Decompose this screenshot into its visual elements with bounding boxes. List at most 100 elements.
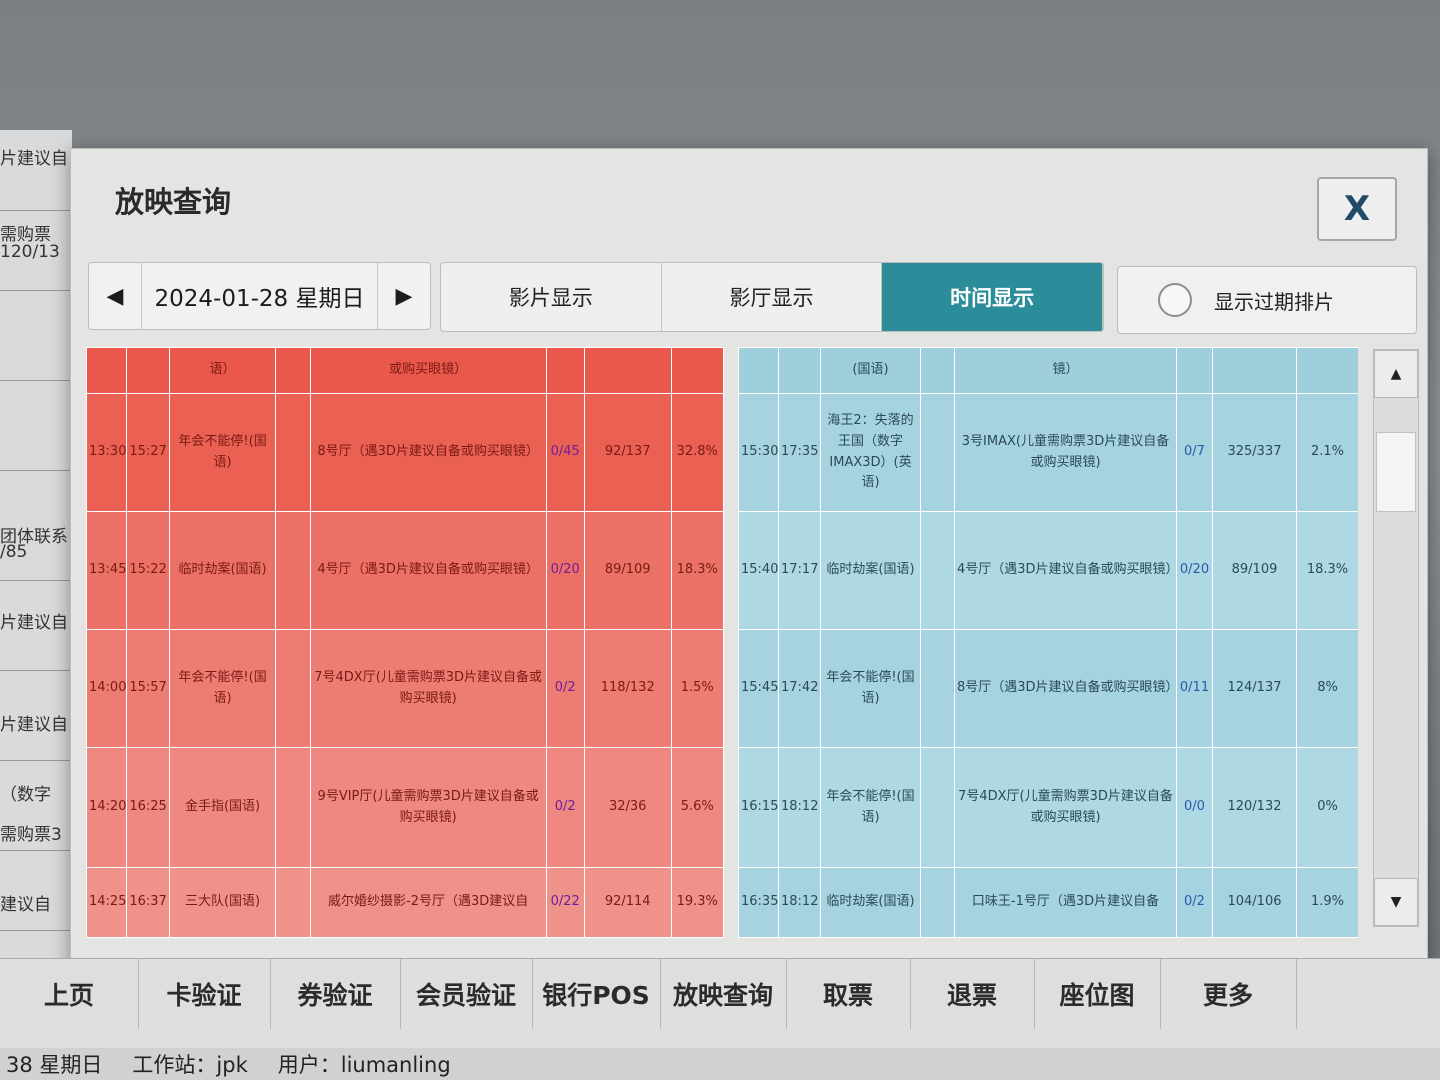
occupancy-rate: 1.9% bbox=[1296, 867, 1358, 938]
schedule-scrollbar[interactable]: ▲ ▼ bbox=[1373, 349, 1419, 927]
card-verify-button[interactable]: 卡验证 bbox=[138, 959, 271, 1029]
status-user: 用户：liumanling bbox=[277, 1053, 451, 1077]
ticket-ratio bbox=[545, 347, 585, 394]
showtime-end: 15:57 bbox=[126, 629, 170, 748]
film-title: 年会不能停!(国语) bbox=[168, 629, 277, 748]
take-ticket-button[interactable]: 取票 bbox=[786, 959, 911, 1029]
table-row[interactable]: 16:15 18:12 年会不能停!(国语) 7号4DX厅(儿童需购票3D片建议自备或… bbox=[738, 747, 1358, 868]
show-expired-checkbox[interactable] bbox=[1158, 283, 1192, 317]
show-expired-toggle[interactable]: 显示过期排片 bbox=[1117, 266, 1417, 334]
more-button[interactable]: 更多 bbox=[1160, 959, 1297, 1029]
showtime-start: 15:45 bbox=[738, 629, 779, 748]
occupancy-rate: 18.3% bbox=[1296, 511, 1358, 630]
hall-name: 4号厅（遇3D片建议自备或购买眼镜） bbox=[954, 511, 1177, 630]
table-row[interactable]: 15:40 17:17 临时劫案(国语) 4号厅（遇3D片建议自备或购买眼镜） 0/20… bbox=[738, 511, 1358, 630]
close-button[interactable]: X bbox=[1317, 177, 1397, 241]
coupon-verify-button[interactable]: 券验证 bbox=[270, 959, 401, 1029]
scroll-down-button[interactable]: ▼ bbox=[1374, 878, 1418, 926]
tab-hall-view[interactable]: 影厅显示 bbox=[662, 263, 883, 331]
ticket-ratio bbox=[1176, 347, 1213, 394]
bank-pos-button[interactable]: 银行POS bbox=[532, 959, 661, 1029]
hall-name: 7号4DX厅(儿童需购票3D片建议自备或购买眼镜) bbox=[954, 747, 1177, 868]
table-row[interactable]: 16:35 18:12 临时劫案(国语) 口味王-1号厅（遇3D片建议自备 0/2 104… bbox=[738, 867, 1358, 938]
hall-name: 3号IMAX(儿童需购票3D片建议自备或购买眼镜) bbox=[954, 393, 1177, 512]
blank-cell bbox=[920, 347, 955, 394]
background-divider bbox=[0, 380, 70, 381]
showtime-start bbox=[86, 347, 128, 394]
background-divider bbox=[0, 670, 70, 671]
film-title: 语） bbox=[168, 347, 277, 394]
screening-query-button[interactable]: 放映查询 bbox=[660, 959, 787, 1029]
table-row[interactable]: 14:25 16:37 三大队(国语) 威尔婚纱摄影-2号厅（遇3D建议自 0/22 92… bbox=[86, 867, 724, 938]
ticket-ratio: 0/20 bbox=[1176, 511, 1213, 630]
prev-day-button[interactable]: ◀ bbox=[89, 263, 141, 329]
film-title: 年会不能停!(国语) bbox=[168, 393, 277, 512]
film-title: 临时劫案(国语) bbox=[820, 867, 921, 938]
left-schedule-table: 语） 或购买眼镜） 13:30 15:27 年会不能停!(国语) 8号厅（遇3D片建议自备… bbox=[86, 347, 724, 945]
hall-name: 7号4DX厅(儿童需购票3D片建议自备或购买眼镜) bbox=[309, 629, 547, 748]
seat-map-button[interactable]: 座位图 bbox=[1034, 959, 1161, 1029]
background-divider bbox=[0, 290, 70, 291]
bottom-nav-bar: 上页 卡验证 券验证 会员验证 银行POS 放映查询 取票 退票 座位图 更多 bbox=[0, 958, 1440, 1049]
date-navigator: ◀ 2024-01-28 星期日 ▶ bbox=[88, 262, 431, 330]
showtime-start: 16:15 bbox=[738, 747, 779, 868]
ticket-ratio: 0/7 bbox=[1176, 393, 1213, 512]
blank-cell bbox=[920, 393, 955, 512]
hall-name: 口味王-1号厅（遇3D片建议自备 bbox=[954, 867, 1177, 938]
showtime-start: 13:45 bbox=[86, 511, 128, 630]
table-row[interactable]: 15:45 17:42 年会不能停!(国语) 8号厅（遇3D片建议自备或购买眼镜） 0/… bbox=[738, 629, 1358, 748]
background-left-fragment: /85 bbox=[0, 542, 28, 562]
table-row[interactable]: 13:45 15:22 临时劫案(国语) 4号厅（遇3D片建议自备或购买眼镜） 0/20… bbox=[86, 511, 724, 630]
blank-cell bbox=[920, 747, 955, 868]
background-left-panel: 片建议自 需购票 120/13 团体联系/85 片建议自 片建议自 （数字 需购票3 建议自 bbox=[0, 130, 72, 960]
film-title: 临时劫案(国语) bbox=[820, 511, 921, 630]
scroll-up-button[interactable]: ▲ bbox=[1374, 350, 1418, 398]
showtime-start: 14:00 bbox=[86, 629, 128, 748]
tab-film-view[interactable]: 影片显示 bbox=[441, 263, 662, 331]
tab-time-view[interactable]: 时间显示 bbox=[882, 263, 1103, 331]
seat-count: 92/137 bbox=[583, 393, 672, 512]
background-left-fragment: 120/13 bbox=[0, 242, 60, 262]
blank-cell bbox=[275, 747, 311, 868]
occupancy-rate: 5.6% bbox=[670, 747, 724, 868]
next-day-button[interactable]: ▶ bbox=[378, 263, 430, 329]
show-expired-label: 显示过期排片 bbox=[1214, 289, 1334, 314]
blank-cell bbox=[920, 867, 955, 938]
current-date: 2024-01-28 星期日 bbox=[141, 263, 378, 329]
table-row[interactable]: 14:00 15:57 年会不能停!(国语) 7号4DX厅(儿童需购票3D片建议自备或… bbox=[86, 629, 724, 748]
showtime-end: 17:35 bbox=[778, 393, 821, 512]
refund-button[interactable]: 退票 bbox=[910, 959, 1035, 1029]
close-icon: X bbox=[1343, 189, 1371, 229]
blank-cell bbox=[275, 393, 311, 512]
occupancy-rate: 2.1% bbox=[1296, 393, 1358, 512]
table-row[interactable]: 13:30 15:27 年会不能停!(国语) 8号厅（遇3D片建议自备或购买眼镜） 0/… bbox=[86, 393, 724, 512]
showtime-end: 18:12 bbox=[778, 747, 821, 868]
scroll-thumb[interactable] bbox=[1376, 432, 1416, 512]
seat-count: 92/114 bbox=[583, 867, 672, 938]
seat-count: 89/109 bbox=[1212, 511, 1297, 630]
seat-count: 120/132 bbox=[1212, 747, 1297, 868]
showtime-end: 15:22 bbox=[126, 511, 170, 630]
ticket-ratio: 0/45 bbox=[545, 393, 585, 512]
showtime-start: 15:40 bbox=[738, 511, 779, 630]
table-row[interactable]: 14:20 16:25 金手指(国语) 9号VIP厅(儿童需购票3D片建议自备或购买眼… bbox=[86, 747, 724, 868]
occupancy-rate: 19.3% bbox=[670, 867, 724, 938]
background-divider bbox=[0, 580, 70, 581]
film-title: (国语) bbox=[820, 347, 921, 394]
film-title: 年会不能停!(国语) bbox=[820, 629, 921, 748]
occupancy-rate: 32.8% bbox=[670, 393, 724, 512]
film-title: 年会不能停!(国语) bbox=[820, 747, 921, 868]
blank-cell bbox=[275, 511, 311, 630]
showtime-start: 13:30 bbox=[86, 393, 128, 512]
table-row[interactable]: 15:30 17:35 海王2：失落的王国（数字IMAX3D）(英语) 3号IMAX(… bbox=[738, 393, 1358, 512]
prev-page-button[interactable]: 上页 bbox=[0, 959, 139, 1029]
occupancy-rate: 1.5% bbox=[670, 629, 724, 748]
table-row[interactable]: (国语) 镜） bbox=[738, 347, 1358, 394]
ticket-ratio: 0/2 bbox=[545, 747, 585, 868]
member-verify-button[interactable]: 会员验证 bbox=[400, 959, 533, 1029]
ticket-ratio: 0/2 bbox=[545, 629, 585, 748]
seat-count: 325/337 bbox=[1212, 393, 1297, 512]
showtime-start bbox=[738, 347, 779, 394]
background-left-fragment: （数字 bbox=[0, 785, 51, 805]
table-row[interactable]: 语） 或购买眼镜） bbox=[86, 347, 724, 394]
